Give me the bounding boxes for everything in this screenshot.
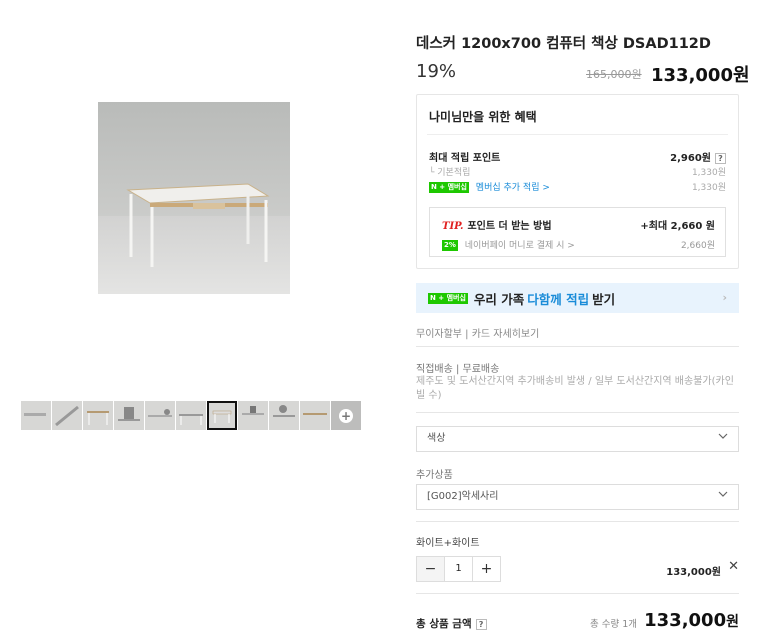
total-label-wrap: 총 상품 금액?	[416, 616, 487, 631]
thumbnail[interactable]	[52, 401, 82, 430]
shipping-note: 제주도 및 도서산간지역 추가배송비 발생 / 일부 도서산간지역 배송불가(카…	[416, 376, 734, 401]
tip-label-wrap: TIP. 포인트 더 받는 방법	[442, 217, 552, 232]
benefit-box: 나미님만을 위한 혜택 최대 적립 포인트 2,960원? └ 기본적립 1,3…	[416, 94, 739, 269]
thumbnail[interactable]	[83, 401, 113, 430]
thumbnail[interactable]	[300, 401, 330, 430]
total-label: 총 상품 금액	[416, 618, 472, 630]
addon-select[interactable]: [G002]악세사리	[416, 484, 739, 510]
family-text-before: 우리 가족	[473, 291, 525, 307]
total-price-unit: 원	[726, 614, 739, 630]
desk-illustration	[126, 183, 270, 267]
max-points-row: 최대 적립 포인트 2,960원?	[429, 149, 726, 164]
total-price-value: 133,000	[644, 610, 727, 631]
addon-label: 추가상품	[416, 470, 453, 481]
thumbnail[interactable]	[21, 401, 51, 430]
selected-item-label: 화이트+화이트	[416, 538, 480, 549]
line-price: 133,000원	[666, 567, 721, 578]
tip-label: 포인트 더 받는 방법	[467, 221, 552, 232]
max-points-label: 최대 적립 포인트	[429, 153, 501, 164]
thumbnail[interactable]	[269, 401, 299, 430]
extra-points-value: 1,330원	[691, 183, 726, 193]
tip-box: TIP. 포인트 더 받는 방법 +최대 2,660 원 2% 네이버페이 머니로…	[429, 207, 726, 257]
tip-sub-value: 2,660원	[680, 241, 715, 251]
quantity-value[interactable]: 1	[444, 557, 473, 581]
gallery: +	[0, 0, 398, 643]
sale-price: 133,000원	[651, 65, 750, 86]
product-page: + 데스커 1200x700 컴퓨터 책상 DSAD112D 19% 165,0…	[0, 0, 767, 643]
basic-points-label: └ 기본적립	[429, 168, 471, 178]
thumbnail-strip: +	[21, 401, 361, 430]
chevron-down-icon	[718, 491, 728, 497]
tip-sub-link[interactable]: 네이버페이 머니로 결제 시 >	[465, 241, 575, 251]
remove-item-icon[interactable]: ✕	[728, 559, 739, 574]
divider	[416, 521, 739, 522]
product-title: 데스커 1200x700 컴퓨터 책상 DSAD112D	[416, 36, 711, 52]
help-icon[interactable]: ?	[475, 618, 487, 630]
family-points-banner[interactable]: N + 멤버십 우리 가족 다함께 적립 받기 ›	[416, 283, 739, 313]
total-price: 133,000원	[644, 610, 739, 631]
max-points-value: 2,960원	[670, 153, 711, 164]
addon-select-value: [G002]악세사리	[427, 491, 499, 502]
discount-rate: 19%	[416, 61, 457, 82]
divider	[416, 346, 739, 347]
tip-max: +최대 2,660 원	[640, 221, 715, 232]
interest-free-info[interactable]: 무이자할부 | 카드 자세히보기	[416, 325, 539, 340]
max-points-value-wrap: 2,960원?	[670, 149, 726, 164]
quantity-stepper: − 1 +	[416, 556, 501, 582]
extra-points-link[interactable]: 멤버십 추가 적립 >	[476, 183, 550, 193]
plus-icon: +	[339, 408, 353, 423]
tip-prefix: TIP.	[442, 221, 464, 232]
product-main-image	[98, 102, 290, 294]
thumbnail[interactable]	[145, 401, 175, 430]
thumbnail-active[interactable]	[207, 401, 237, 430]
extra-points-row: N + 멤버십 멤버십 추가 적립 > 1,330원	[429, 180, 726, 193]
increase-button[interactable]: +	[473, 557, 500, 581]
family-text-after: 받기	[592, 291, 616, 307]
original-price: 165,000원	[586, 68, 642, 81]
family-highlight: 다함께 적립	[527, 291, 590, 307]
color-select-value: 색상	[427, 433, 446, 444]
more-thumbnails-button[interactable]: +	[331, 401, 361, 430]
npay-family-badge: N + 멤버십	[428, 292, 468, 304]
benefit-title: 나미님만을 위한 혜택	[429, 110, 537, 124]
basic-points-value: 1,330원	[691, 168, 726, 178]
thumbnail[interactable]	[114, 401, 144, 430]
npay-percent-badge: 2%	[442, 240, 458, 251]
decrease-button[interactable]: −	[417, 557, 444, 581]
help-icon[interactable]: ?	[715, 152, 726, 164]
color-select[interactable]: 색상	[416, 426, 739, 452]
divider	[416, 412, 739, 413]
thumbnail[interactable]	[176, 401, 206, 430]
divider	[427, 134, 728, 135]
total-count: 총 수량 1개	[590, 619, 638, 630]
shipping-label: 직접배송 | 무료배송	[416, 364, 500, 375]
basic-points-row: └ 기본적립 1,330원	[429, 165, 726, 178]
tip-sub-row: 2% 네이버페이 머니로 결제 시 >	[442, 238, 575, 251]
thumbnail[interactable]	[238, 401, 268, 430]
chevron-right-icon: ›	[722, 291, 727, 304]
npay-membership-badge: N + 멤버십	[429, 182, 469, 193]
chevron-down-icon	[718, 433, 728, 439]
divider	[416, 593, 739, 594]
